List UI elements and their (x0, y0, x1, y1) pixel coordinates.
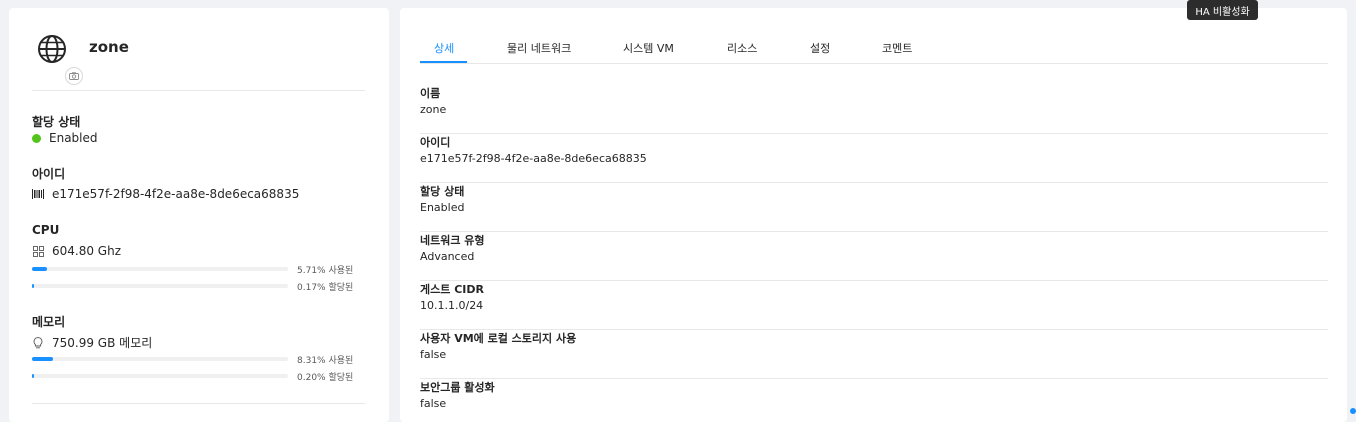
allocation-state-text: Enabled (49, 131, 98, 145)
detail-label: 아이디 (420, 136, 451, 149)
upload-icon-button[interactable] (65, 67, 83, 85)
detail-item-guest-cidr: 게스트 CIDR 10.1.1.0/24 (420, 281, 1328, 330)
memory-allocated-text: 0.20% 할당된 (297, 373, 354, 383)
status-dot (32, 133, 41, 143)
memory-label: 메모리 (32, 315, 66, 329)
cpu-used-fill (32, 267, 47, 271)
detail-item-security-group: 보안그룹 활성화 false (420, 379, 1328, 422)
cpu-allocated-progress (32, 284, 288, 288)
tab-system-vm[interactable]: 시스템 VM (623, 40, 674, 56)
detail-value: false (420, 348, 447, 361)
cpu-used-progress (32, 267, 288, 271)
detail-value: 10.1.1.0/24 (420, 299, 484, 312)
detail-label: 게스트 CIDR (420, 283, 484, 296)
detail-item-allocation-state: 할당 상태 Enabled (420, 183, 1328, 232)
camera-icon (69, 72, 79, 80)
detail-item-id: 아이디 e171e57f-2f98-4f2e-aa8e-8de6eca68835 (420, 134, 1328, 183)
memory-text: 750.99 GB 메모리 (52, 336, 153, 350)
footer-divider (32, 403, 365, 404)
detail-value: false (420, 397, 447, 410)
cpu-used-text: 5.71% 사용된 (297, 266, 354, 276)
memory-used-fill (32, 357, 54, 361)
tab-comments[interactable]: 코멘트 (882, 40, 912, 56)
cpu-icon (32, 245, 44, 257)
id-label: 아이디 (32, 167, 66, 181)
cpu-text: 604.80 Ghz (52, 244, 122, 258)
memory-value: 750.99 GB 메모리 (32, 334, 152, 351)
header-divider (32, 90, 365, 91)
memory-allocated-fill (32, 374, 34, 378)
detail-label: 네트워크 유형 (420, 234, 485, 247)
memory-allocated-progress (32, 374, 288, 378)
globe-icon (38, 35, 66, 63)
cpu-value: 604.80 Ghz (32, 244, 121, 258)
bulb-icon (32, 336, 44, 349)
resource-info-card: zone 할당 상태 Enabled 아이디 e171e57f-2f98-4f2… (9, 8, 389, 422)
detail-label: 할당 상태 (420, 185, 465, 198)
details-card: 상세 물리 네트워크 시스템 VM 리소스 설정 코멘트 이름 zone 아이디… (400, 8, 1347, 422)
id-value: e171e57f-2f98-4f2e-aa8e-8de6eca68835 (32, 187, 299, 201)
id-text: e171e57f-2f98-4f2e-aa8e-8de6eca68835 (52, 187, 300, 201)
detail-value: e171e57f-2f98-4f2e-aa8e-8de6eca68835 (420, 152, 647, 165)
tab-bar: 상세 물리 네트워크 시스템 VM 리소스 설정 코멘트 (420, 38, 1328, 64)
detail-item-network-type: 네트워크 유형 Advanced (420, 232, 1328, 281)
edge-indicator (1350, 408, 1356, 414)
detail-item-name: 이름 zone (420, 85, 1328, 134)
cpu-label: CPU (32, 223, 60, 237)
tab-settings[interactable]: 설정 (810, 40, 830, 56)
memory-used-progress (32, 357, 288, 361)
allocation-state-value: Enabled (32, 131, 98, 145)
tab-resources[interactable]: 리소스 (727, 40, 757, 56)
allocation-state-label: 할당 상태 (32, 115, 81, 129)
tab-details[interactable]: 상세 (434, 40, 454, 56)
detail-label: 이름 (420, 87, 441, 100)
detail-value: Enabled (420, 201, 465, 214)
tab-physical-network[interactable]: 물리 네트워크 (507, 40, 571, 56)
cpu-allocated-text: 0.17% 할당된 (297, 283, 354, 293)
resource-name: zone (89, 38, 129, 56)
detail-label: 보안그룹 활성화 (420, 381, 495, 394)
detail-value: zone (420, 103, 447, 116)
detail-value: Advanced (420, 250, 475, 263)
memory-used-text: 8.31% 사용된 (297, 356, 354, 366)
ha-disable-tooltip: HA 비활성화 (1187, 0, 1258, 20)
barcode-icon (32, 188, 44, 200)
detail-item-local-storage: 사용자 VM에 로컬 스토리지 사용 false (420, 330, 1328, 379)
cpu-allocated-fill (32, 284, 34, 288)
detail-label: 사용자 VM에 로컬 스토리지 사용 (420, 332, 577, 345)
active-tab-indicator (420, 61, 467, 63)
